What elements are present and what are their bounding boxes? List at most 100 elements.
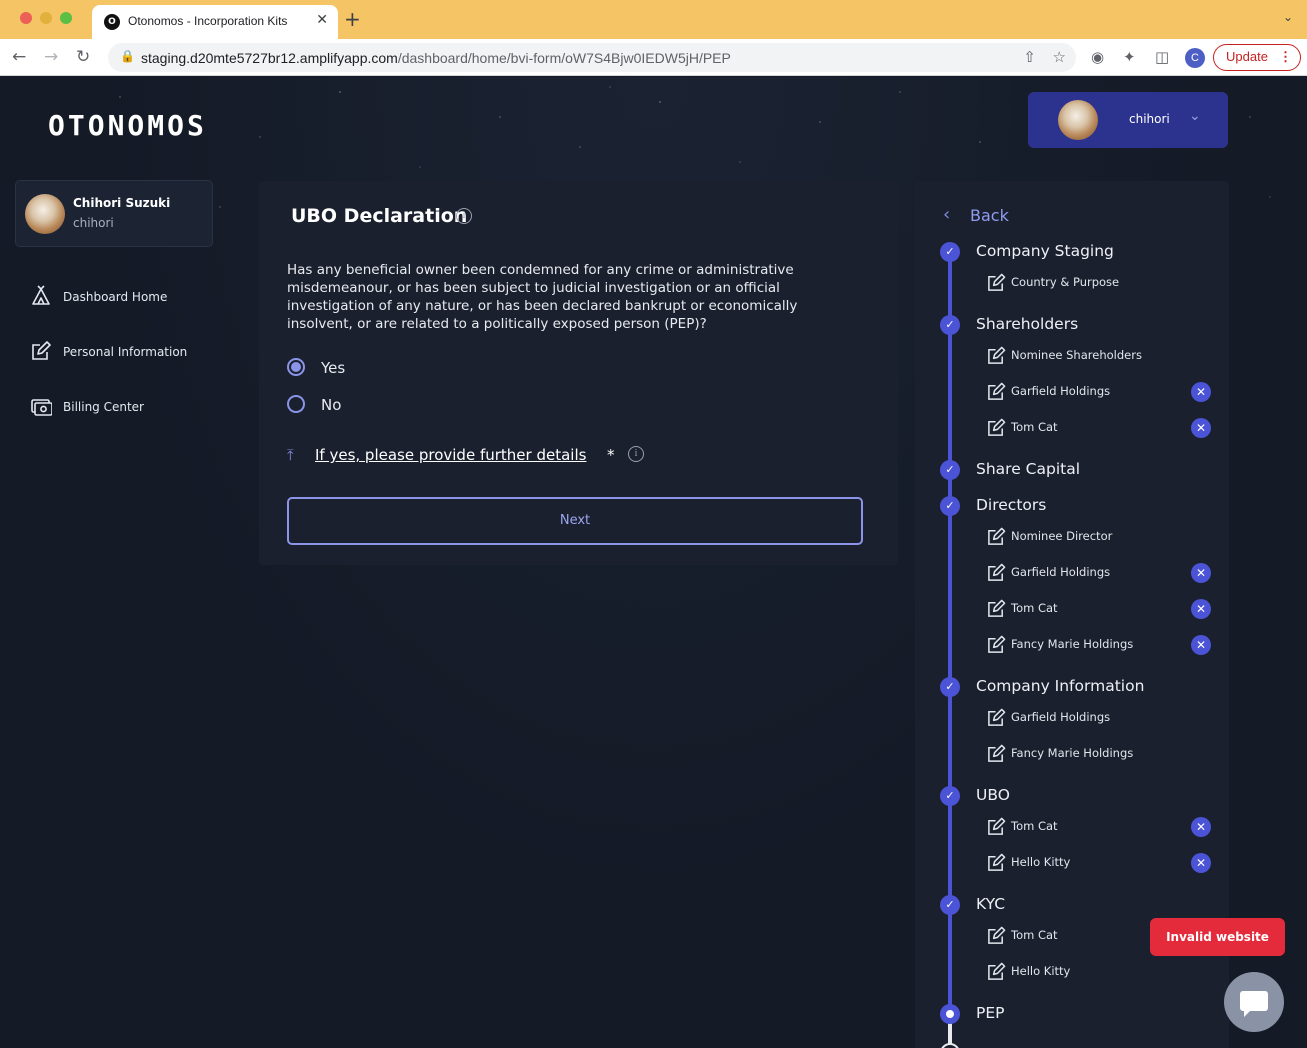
remove-icon[interactable]: ✕ [1191,599,1211,619]
bookmark-star-icon[interactable]: ☆ [1053,48,1066,66]
step-upcoming [940,1043,1220,1048]
extensions-puzzle-icon[interactable]: ✦ [1123,48,1136,66]
check-icon: ✓ [940,496,960,516]
step-company-information[interactable]: ✓ Company Information [940,677,1220,699]
radio-option-no[interactable]: No [287,394,487,416]
chat-bubble-icon [1240,991,1268,1017]
substep-item[interactable]: Garfield Holdings [987,708,1217,730]
sidebar-item-personal-information[interactable]: Personal Information [30,340,220,364]
remove-icon[interactable]: ✕ [1191,418,1211,438]
substep-item[interactable]: Garfield Holdings ✕ [987,563,1217,585]
new-tab-button[interactable]: + [344,8,361,30]
edit-icon [988,853,1006,871]
update-browser-button[interactable]: Update ⋮ [1213,44,1301,71]
upload-details-link[interactable]: If yes, please provide further details [315,446,586,464]
substep-label: Hello Kitty [1011,855,1071,869]
step-pep[interactable]: PEP [940,1004,1220,1026]
step-company-staging[interactable]: ✓ Company Staging [940,242,1220,264]
forward-arrow-icon[interactable]: → [44,47,58,67]
address-bar[interactable]: 🔒 staging.d20mte5727br12.amplifyapp.com/… [108,43,1076,72]
edit-icon [988,708,1006,726]
minimize-window-button[interactable] [40,12,52,24]
substep-item[interactable]: Fancy Marie Holdings ✕ [987,635,1217,657]
user-menu-dropdown[interactable]: chihori ⌄ [1028,92,1228,148]
page-title: UBO Declaration [291,205,468,227]
step-share-capital[interactable]: ✓ Share Capital [940,460,1220,482]
sidebar-item-billing-center[interactable]: Billing Center [30,395,220,419]
step-label: KYC [976,895,1006,913]
edit-icon [988,418,1006,436]
step-shareholders[interactable]: ✓ Shareholders [940,315,1220,337]
substep-label: Fancy Marie Holdings [1011,746,1134,760]
browser-toolbar: ← → ↻ 🔒 staging.d20mte5727br12.amplifyap… [0,39,1307,76]
tab-title: Otonomos - Incorporation Kits [128,14,288,28]
chevron-left-icon: ‹ [943,204,951,225]
side-panel-icon[interactable]: ◫ [1155,48,1169,66]
maximize-window-button[interactable] [60,12,72,24]
substep-item[interactable]: Hello Kitty [987,962,1217,984]
url-path: /dashboard/home/bvi-form/oW7S4Bjw0IEDW5j… [397,50,731,66]
back-arrow-icon[interactable]: ← [12,47,26,67]
url-host: staging.d20mte5727br12.amplifyapp.com [141,50,398,66]
info-icon[interactable]: i [456,208,472,224]
current-step-icon [940,1004,960,1024]
ubo-declaration-card: UBO Declaration i Has any beneficial own… [259,181,898,565]
lock-icon: 🔒 [120,49,135,63]
step-label: Company Information [976,677,1145,695]
chat-launcher-button[interactable] [1224,972,1284,1032]
tab-search-chevron-icon[interactable]: ⌄ [1283,10,1293,24]
edit-icon [32,341,51,360]
edit-icon [988,382,1006,400]
remove-icon[interactable]: ✕ [1191,635,1211,655]
invalid-website-alert[interactable]: Invalid website [1150,918,1285,956]
close-window-button[interactable] [20,12,32,24]
radio-yes[interactable] [287,358,305,376]
radio-option-yes[interactable]: Yes [287,357,487,379]
substep-item[interactable]: Tom Cat ✕ [987,817,1217,839]
substep-label: Tom Cat [1011,819,1058,833]
remove-icon[interactable]: ✕ [1191,563,1211,583]
user-menu-username: chihori [1129,112,1170,126]
extension-shield-icon[interactable]: ◉ [1091,48,1104,66]
step-ubo[interactable]: ✓ UBO [940,786,1220,808]
chevron-down-icon: ⌄ [1189,108,1201,124]
url-text[interactable]: staging.d20mte5727br12.amplifyapp.com/da… [141,50,731,66]
substep-label: Tom Cat [1011,420,1058,434]
edit-icon [988,744,1006,762]
back-button[interactable]: ‹ Back [943,205,1063,227]
sidebar-item-label: Billing Center [63,400,144,414]
remove-icon[interactable]: ✕ [1191,382,1211,402]
substep-item[interactable]: Country & Purpose [987,273,1217,295]
check-icon: ✓ [940,315,960,335]
substep-item[interactable]: Tom Cat ✕ [987,418,1217,440]
tab-close-icon[interactable]: ✕ [316,12,328,28]
otonomos-logo[interactable]: OTONOMOS [48,109,207,142]
remove-icon[interactable]: ✕ [1191,817,1211,837]
substep-item[interactable]: Nominee Shareholders [987,346,1217,368]
info-icon[interactable]: i [628,446,644,462]
step-directors[interactable]: ✓ Directors [940,496,1220,518]
substep-label: Tom Cat [1011,928,1058,942]
step-kyc[interactable]: ✓ KYC [940,895,1220,917]
browser-profile-avatar[interactable]: C [1185,48,1205,68]
substep-item[interactable]: Tom Cat ✕ [987,599,1217,621]
radio-label: No [321,396,342,414]
substep-item[interactable]: Fancy Marie Holdings [987,744,1217,766]
upload-icon[interactable]: ⤒ [287,446,294,464]
remove-icon[interactable]: ✕ [1191,853,1211,873]
substep-item[interactable]: Garfield Holdings ✕ [987,382,1217,404]
substep-item[interactable]: Nominee Director [987,527,1217,549]
check-icon: ✓ [940,895,960,915]
next-button[interactable]: Next [287,497,863,545]
reload-icon[interactable]: ↻ [76,47,90,67]
step-label: Shareholders [976,315,1079,333]
edit-icon [988,817,1006,835]
substep-label: Nominee Director [1011,529,1113,543]
sidebar-item-dashboard-home[interactable]: Dashboard Home [30,285,220,309]
radio-no[interactable] [287,395,305,413]
browser-tab[interactable]: O Otonomos - Incorporation Kits ✕ [92,5,338,39]
substep-item[interactable]: Hello Kitty ✕ [987,853,1217,875]
share-icon[interactable]: ⇧ [1023,48,1036,66]
profile-name: Chihori Suzuki [73,196,171,210]
app-viewport: OTONOMOS chihori ⌄ Chihori Suzuki chihor… [0,77,1307,1048]
